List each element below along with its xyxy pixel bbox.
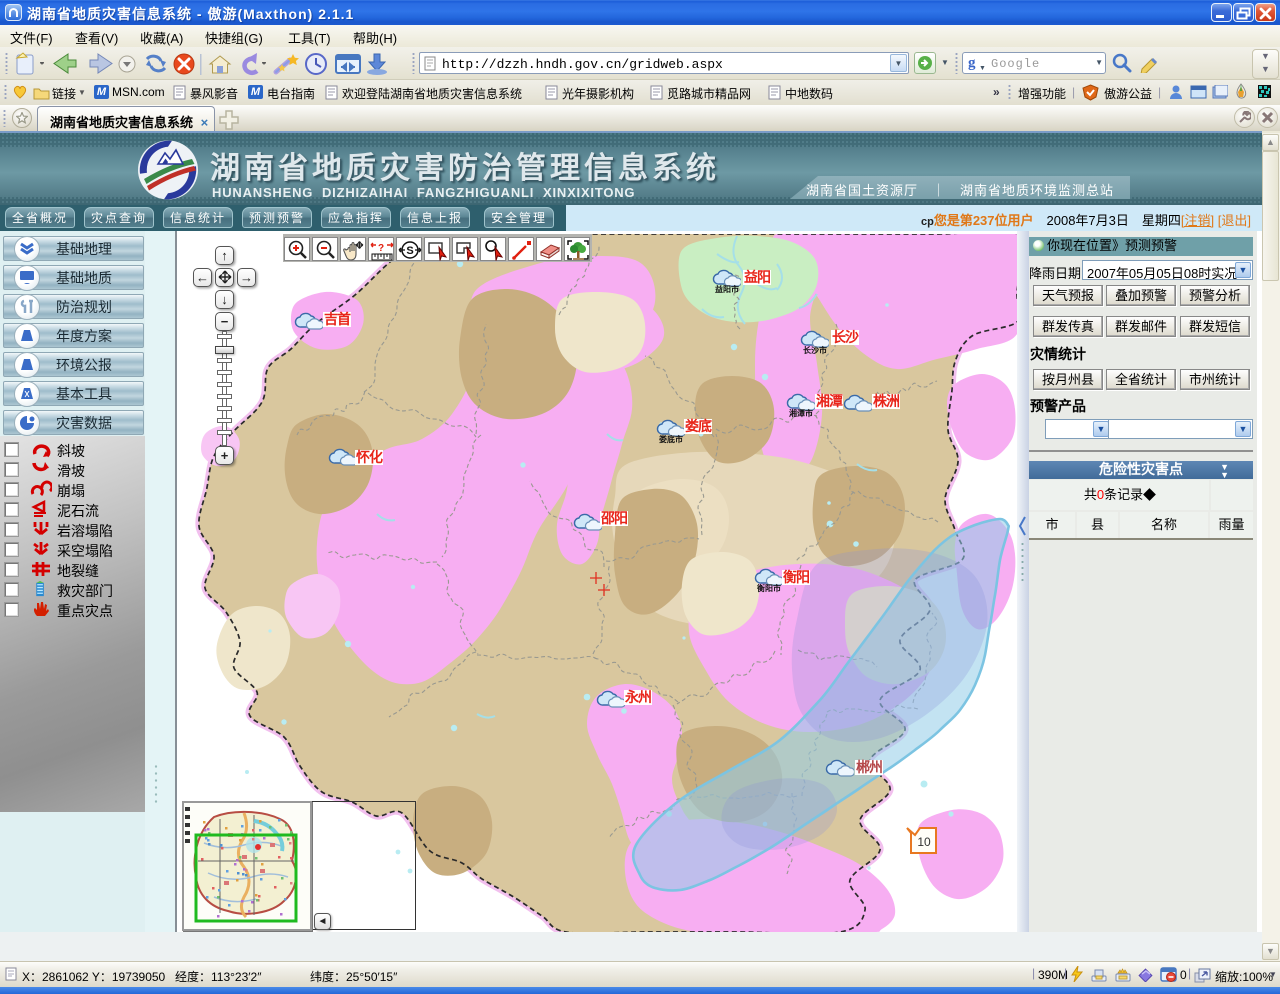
svg-text:10: 10 xyxy=(917,835,931,849)
svg-text:S: S xyxy=(406,245,413,257)
svg-text:?: ? xyxy=(378,243,384,254)
